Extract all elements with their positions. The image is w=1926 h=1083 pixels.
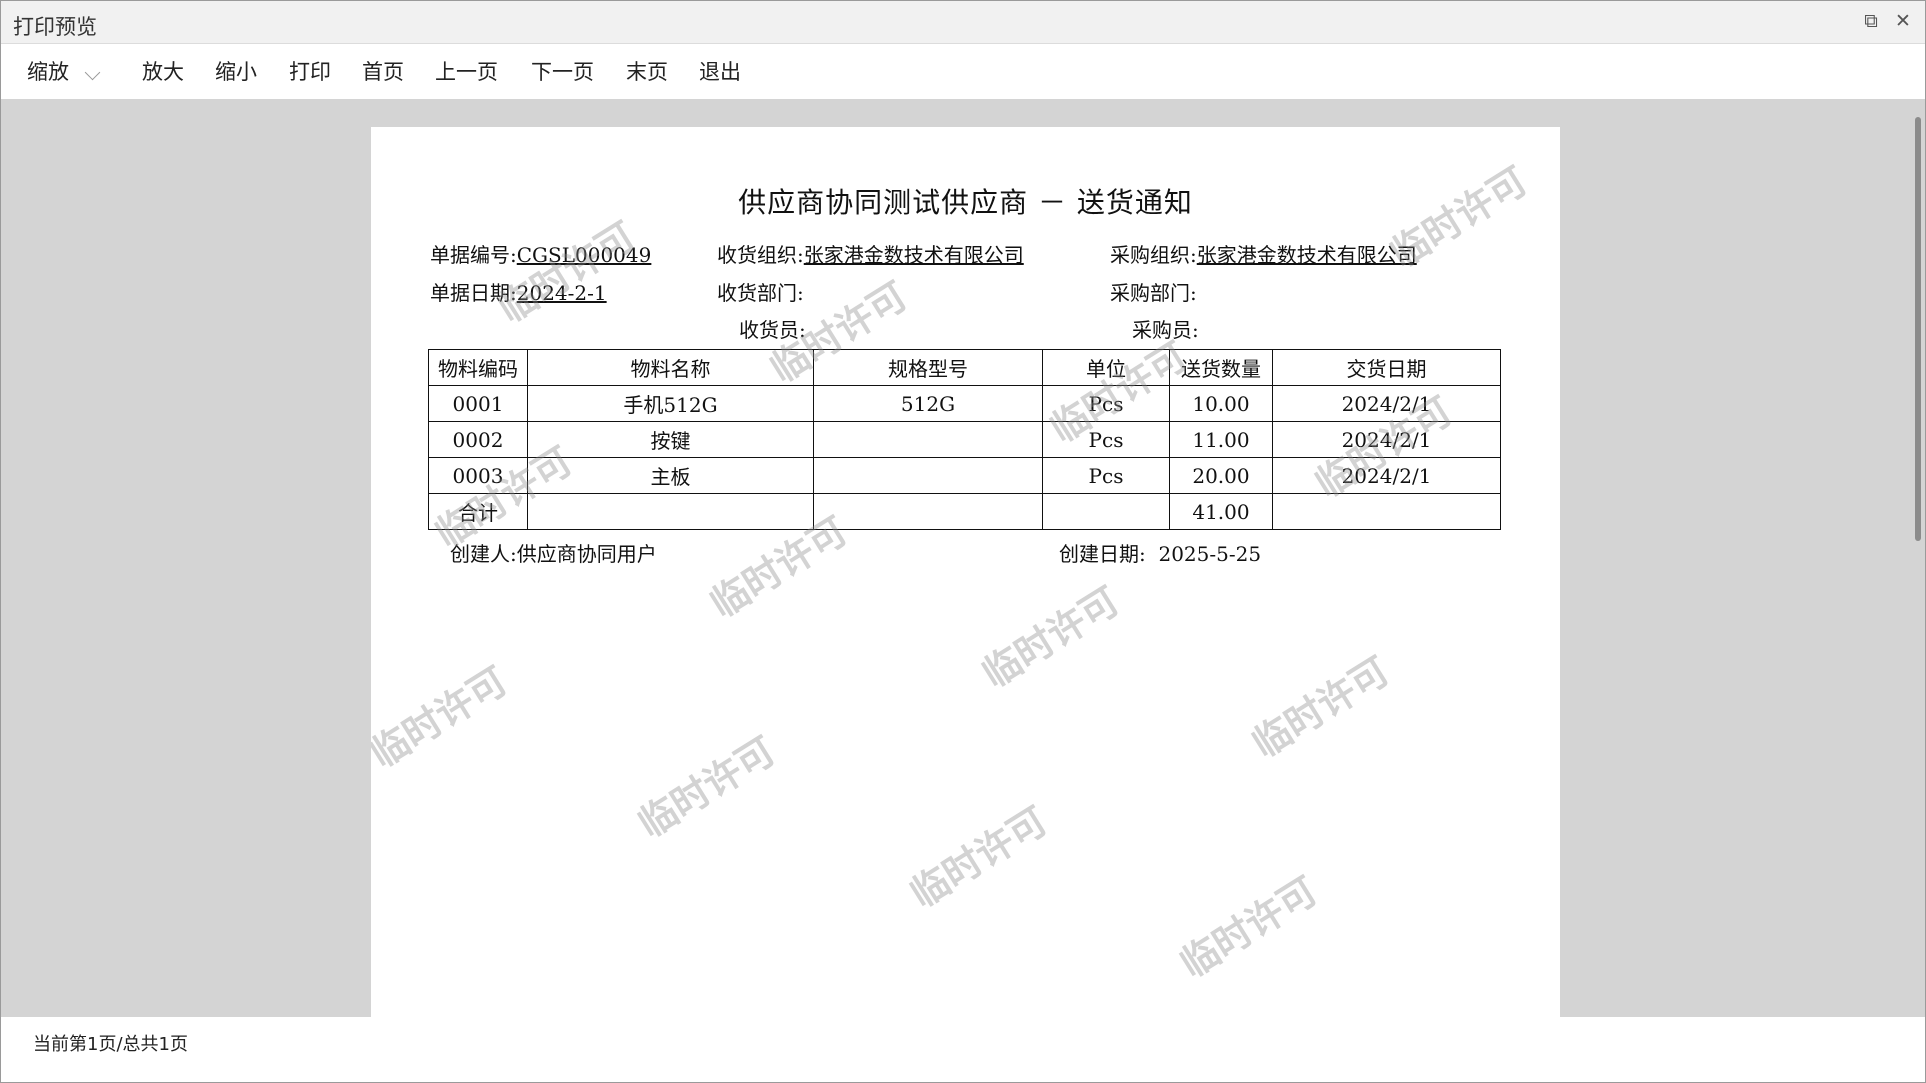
total-qty-cell: 41.00 bbox=[1169, 493, 1273, 530]
last-page-button[interactable]: 末页 bbox=[626, 56, 668, 86]
bill-date-label: 单据日期: bbox=[430, 281, 517, 305]
watermark: 临时许可 bbox=[1244, 648, 1397, 767]
header-cell: 送货数量 bbox=[1169, 349, 1273, 386]
header-cell: 单位 bbox=[1042, 349, 1170, 386]
watermark: 临时许可 bbox=[1172, 868, 1325, 987]
header-cell: 规格型号 bbox=[813, 349, 1043, 386]
watermark: 临时许可 bbox=[974, 578, 1127, 697]
bill-date-value: 2024-2-1 bbox=[516, 281, 607, 305]
unit-cell: Pcs bbox=[1042, 421, 1170, 458]
window-title: 打印预览 bbox=[13, 15, 97, 39]
page-info: 当前第1页/总共1页 bbox=[33, 1034, 188, 1055]
bill-no-label: 单据编号: bbox=[430, 243, 517, 267]
vertical-scrollbar[interactable] bbox=[1915, 117, 1921, 541]
spec-cell: 512G bbox=[813, 385, 1043, 422]
document-page: 供应商协同测试供应商 － 送货通知 单据编号:CGSL000049 单据日期:2… bbox=[371, 127, 1560, 1017]
print-preview-window: 打印预览 ⧉ ✕ 缩放 放大 缩小 打印 首页 上一页 下一页 末页 退出 供应… bbox=[0, 0, 1926, 1083]
recv-dept-label: 收货部门: bbox=[717, 281, 804, 305]
recv-org-value: 张家港金数技术有限公司 bbox=[803, 243, 1024, 267]
material-name-cell: 主板 bbox=[527, 457, 814, 494]
empty-cell bbox=[527, 493, 814, 530]
table-header-row: 物料编码 物料名称 规格型号 单位 送货数量 交货日期 bbox=[428, 349, 1501, 386]
qty-cell: 10.00 bbox=[1169, 385, 1273, 422]
empty-cell bbox=[1272, 493, 1501, 530]
table-row: 0001 手机512G 512G Pcs 10.00 2024/2/1 bbox=[428, 385, 1501, 422]
creator-value: 供应商协同用户 bbox=[516, 542, 657, 566]
unit-cell: Pcs bbox=[1042, 385, 1170, 422]
buyer-label: 采购员: bbox=[1132, 318, 1199, 342]
status-bar: 当前第1页/总共1页 bbox=[1, 1017, 1925, 1082]
delivery-table: 物料编码 物料名称 规格型号 单位 送货数量 交货日期 0001 手机512G … bbox=[428, 349, 1501, 530]
material-code-cell: 0003 bbox=[428, 457, 528, 494]
qty-cell: 11.00 bbox=[1169, 421, 1273, 458]
delivery-date-cell: 2024/2/1 bbox=[1272, 385, 1501, 422]
creator-field: 创建人:供应商协同用户 bbox=[450, 538, 657, 567]
watermark: 临时许可 bbox=[630, 728, 783, 847]
material-name-cell: 按键 bbox=[527, 421, 814, 458]
prev-page-button[interactable]: 上一页 bbox=[435, 56, 498, 86]
purch-org-field: 采购组织:张家港金数技术有限公司 bbox=[1110, 239, 1417, 268]
recv-org-label: 收货组织: bbox=[717, 243, 804, 267]
table-row: 0002 按键 Pcs 11.00 2024/2/1 bbox=[428, 421, 1501, 458]
unit-cell: Pcs bbox=[1042, 457, 1170, 494]
bill-no-field: 单据编号:CGSL000049 bbox=[430, 239, 651, 268]
material-code-cell: 0001 bbox=[428, 385, 528, 422]
header-cell: 交货日期 bbox=[1272, 349, 1501, 386]
watermark: 临时许可 bbox=[490, 213, 643, 332]
table-row: 0003 主板 Pcs 20.00 2024/2/1 bbox=[428, 457, 1501, 494]
header-cell: 物料编码 bbox=[428, 349, 528, 386]
first-page-button[interactable]: 首页 bbox=[362, 56, 404, 86]
chevron-down-icon[interactable] bbox=[84, 64, 101, 81]
watermark: 临时许可 bbox=[371, 658, 515, 777]
header-cell: 物料名称 bbox=[527, 349, 814, 386]
spec-cell bbox=[813, 457, 1043, 494]
material-code-cell: 0002 bbox=[428, 421, 528, 458]
material-name-cell: 手机512G bbox=[527, 385, 814, 422]
created-date-value: 2025-5-25 bbox=[1158, 542, 1262, 566]
watermark: 临时许可 bbox=[902, 798, 1055, 917]
print-button[interactable]: 打印 bbox=[289, 56, 331, 86]
created-date-label: 创建日期: bbox=[1059, 542, 1146, 566]
empty-cell bbox=[813, 493, 1043, 530]
restore-icon[interactable]: ⧉ bbox=[1859, 9, 1883, 33]
empty-cell bbox=[1042, 493, 1170, 530]
created-date-field: 创建日期: 2025-5-25 bbox=[1059, 538, 1261, 567]
recv-org-field: 收货组织:张家港金数技术有限公司 bbox=[717, 239, 1024, 268]
close-icon[interactable]: ✕ bbox=[1891, 9, 1915, 33]
title-bar: 打印预览 ⧉ ✕ bbox=[1, 1, 1925, 44]
zoom-out-button[interactable]: 缩小 bbox=[215, 56, 257, 86]
delivery-date-cell: 2024/2/1 bbox=[1272, 457, 1501, 494]
bill-date-field: 单据日期:2024-2-1 bbox=[430, 277, 607, 306]
preview-area[interactable]: 供应商协同测试供应商 － 送货通知 单据编号:CGSL000049 单据日期:2… bbox=[1, 99, 1925, 1017]
document-title: 供应商协同测试供应商 － 送货通知 bbox=[738, 186, 1193, 219]
qty-cell: 20.00 bbox=[1169, 457, 1273, 494]
exit-button[interactable]: 退出 bbox=[699, 56, 741, 86]
purch-org-value: 张家港金数技术有限公司 bbox=[1196, 243, 1417, 267]
purch-dept-label: 采购部门: bbox=[1110, 281, 1197, 305]
table-total-row: 合计 41.00 bbox=[428, 493, 1501, 530]
toolbar: 缩放 放大 缩小 打印 首页 上一页 下一页 末页 退出 bbox=[1, 44, 1925, 98]
creator-label: 创建人: bbox=[450, 542, 517, 566]
bill-no-value: CGSL000049 bbox=[516, 243, 652, 267]
receiver-label: 收货员: bbox=[739, 318, 806, 342]
spec-cell bbox=[813, 421, 1043, 458]
delivery-date-cell: 2024/2/1 bbox=[1272, 421, 1501, 458]
purch-org-label: 采购组织: bbox=[1110, 243, 1197, 267]
zoom-in-button[interactable]: 放大 bbox=[142, 56, 184, 86]
total-label-cell: 合计 bbox=[428, 493, 528, 530]
next-page-button[interactable]: 下一页 bbox=[531, 56, 594, 86]
zoom-dropdown[interactable]: 缩放 bbox=[27, 56, 69, 86]
